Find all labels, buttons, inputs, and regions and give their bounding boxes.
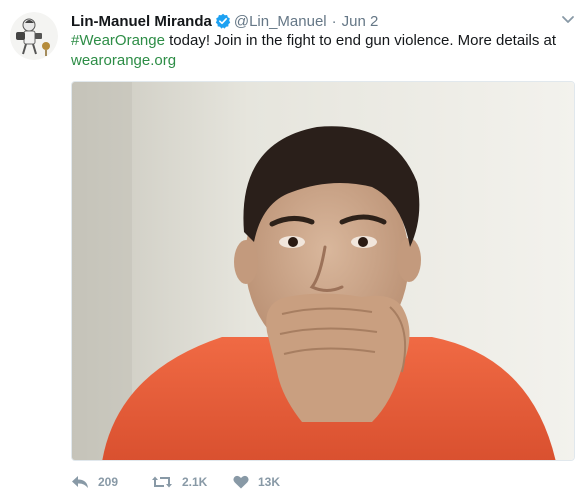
like-count: 13K bbox=[258, 475, 281, 489]
chevron-down-icon[interactable] bbox=[561, 15, 575, 25]
reply-button[interactable]: 209 bbox=[71, 475, 151, 489]
retweet-count: 2.1K bbox=[182, 475, 208, 489]
tweet-date[interactable]: Jun 2 bbox=[342, 13, 379, 30]
like-button[interactable]: 13K bbox=[233, 475, 313, 489]
tweet-card: Lin-Manuel Miranda @Lin_Manuel · Jun 2 #… bbox=[0, 0, 587, 503]
avatar[interactable] bbox=[10, 12, 58, 60]
heart-icon bbox=[233, 475, 249, 489]
tweet-photo[interactable] bbox=[71, 81, 575, 461]
tweet-header: Lin-Manuel Miranda @Lin_Manuel · Jun 2 bbox=[71, 11, 378, 31]
hashtag-link[interactable]: #WearOrange bbox=[71, 32, 165, 49]
author-name[interactable]: Lin-Manuel Miranda bbox=[71, 13, 212, 30]
external-link[interactable]: wearorange.org bbox=[71, 52, 176, 69]
verified-badge-icon bbox=[215, 13, 231, 29]
reply-count: 209 bbox=[98, 475, 119, 489]
tweet-body: today! Join in the fight to end gun viol… bbox=[164, 32, 557, 49]
retweet-button[interactable]: 2.1K bbox=[151, 475, 233, 489]
reply-icon bbox=[72, 476, 88, 488]
separator-dot: · bbox=[331, 12, 337, 30]
tweet-actions: 209 2.1K 13K bbox=[71, 473, 313, 491]
tweet-text: #WearOrange today! Join in the fight to … bbox=[71, 31, 571, 71]
author-handle[interactable]: @Lin_Manuel bbox=[234, 13, 327, 30]
retweet-icon bbox=[152, 476, 172, 488]
